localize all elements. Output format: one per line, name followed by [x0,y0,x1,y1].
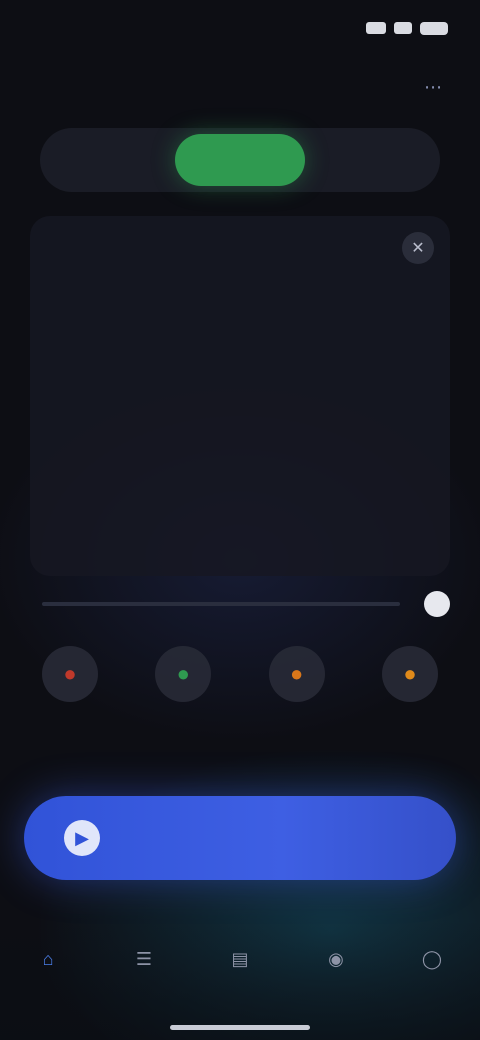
status-bar [0,0,480,56]
nav-item-list[interactable]: ☰ [104,942,184,986]
toggle-knob[interactable] [424,591,450,617]
chat-icon: ◉ [328,948,344,969]
primary-button[interactable]: ▶ [24,796,456,880]
green-circle-icon: ● [155,646,212,702]
chart-icon: ▤ [231,948,249,969]
orange-circle-icon: ● [268,646,325,702]
tab-1[interactable] [46,134,175,186]
app-screen: ⋯ ✕ ● ● ● ● ▶ ⌂ ☰ ▤ ◉ ◯ [0,0,480,1040]
segmented-tabs [40,128,440,192]
home-icon: ⌂ [42,948,54,969]
nav-item-chart[interactable]: ▤ [200,942,280,986]
wifi-icon [394,22,412,34]
progress-row [30,588,450,620]
play-icon: ▶ [64,820,100,856]
tab-2[interactable] [175,134,305,186]
more-icon[interactable]: ⋯ [416,70,450,104]
list-icon: ☰ [135,948,153,969]
quick-actions: ● ● ● ● [20,646,460,756]
bottom-nav: ⌂ ☰ ▤ ◉ ◯ [0,920,480,1040]
profile-icon: ◯ [421,948,443,969]
home-indicator [170,1025,310,1030]
progress-track[interactable] [42,602,400,606]
header: ⋯ [30,62,450,112]
amber-circle-icon: ● [381,646,438,702]
quick-action-3[interactable]: ● [247,646,347,756]
quick-action-2[interactable]: ● [133,646,233,756]
nav-item-chat[interactable]: ◉ [296,942,376,986]
signal-icon [366,22,386,34]
red-circle-icon: ● [42,646,98,702]
status-icons [366,21,448,35]
battery-icon [420,21,448,35]
quick-action-4[interactable]: ● [360,646,460,756]
tab-3[interactable] [305,134,434,186]
nav-item-profile[interactable]: ◯ [392,942,472,986]
content-card: ✕ [30,216,450,576]
nav-item-home[interactable]: ⌂ [8,942,88,986]
close-icon[interactable]: ✕ [402,232,434,264]
quick-action-1[interactable]: ● [20,646,120,756]
